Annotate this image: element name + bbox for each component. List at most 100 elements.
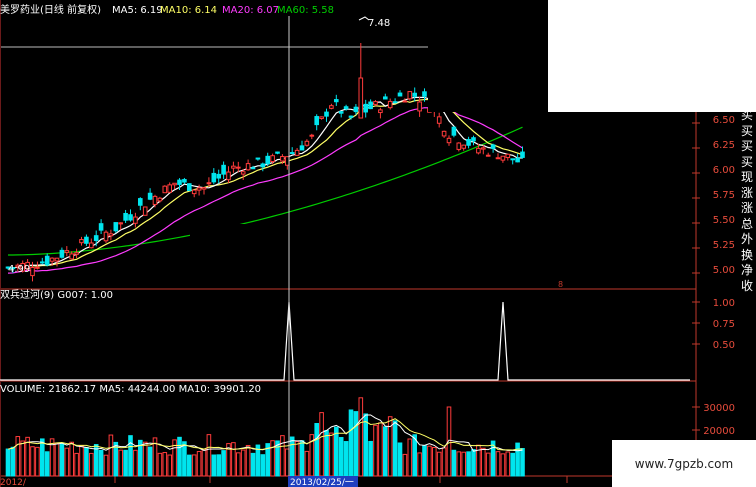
low-price-label: 4.99 — [8, 264, 30, 275]
volume-bar — [432, 446, 437, 477]
candle-body — [64, 250, 70, 253]
volume-ma10-path — [7, 418, 523, 451]
volume-bar — [319, 412, 324, 477]
sidebar-labels: 买 买 买 买 现 涨 涨 总 外 换 净 收 — [738, 108, 756, 294]
candle-body — [133, 216, 138, 224]
candle-body — [44, 255, 50, 266]
volume-bar — [59, 442, 65, 477]
candle-body — [187, 183, 192, 192]
candle-body — [412, 92, 417, 97]
candle-body — [329, 105, 334, 109]
candle-body — [177, 179, 182, 185]
volume-bar — [515, 442, 520, 477]
volume-bar — [338, 437, 344, 477]
price-tick: 6.00 — [713, 165, 735, 176]
candle-body — [103, 231, 109, 242]
volume-bar — [392, 420, 398, 477]
volume-bar — [245, 444, 251, 477]
volume-bar — [324, 429, 329, 477]
volume-bar — [201, 448, 207, 477]
volume-bar — [15, 436, 21, 477]
volume-bar — [485, 452, 491, 477]
candle-body — [49, 257, 55, 262]
watermark: www.7gpzb.com — [612, 440, 756, 487]
candle-body — [378, 109, 383, 114]
volume-bar — [108, 434, 114, 477]
volume-bar — [383, 426, 388, 477]
volume-bar — [20, 440, 25, 477]
volume-bar — [427, 445, 432, 477]
candle-body — [211, 172, 217, 183]
candle-body — [500, 155, 506, 161]
candle-body — [118, 222, 124, 225]
candle-body — [260, 163, 266, 168]
axis-marker: 8 — [558, 280, 563, 289]
volume-bar — [466, 451, 471, 477]
candle-body — [98, 223, 104, 231]
volume-bar — [167, 454, 172, 477]
price-tick: 5.25 — [713, 240, 735, 251]
candle-body — [471, 137, 476, 142]
candle-body — [520, 151, 525, 158]
candle-body — [157, 197, 163, 202]
sidebar-label: 收 — [740, 278, 753, 293]
candle-body — [466, 139, 471, 146]
candle-body — [108, 233, 114, 237]
volume-bar — [334, 426, 339, 477]
volume-bar — [162, 452, 168, 477]
candle-body — [309, 134, 315, 137]
volume-bar — [196, 451, 202, 477]
candle-body — [59, 249, 65, 258]
volume-bar — [128, 435, 133, 477]
volume-bar — [270, 440, 275, 477]
candle-body — [221, 164, 226, 175]
candle-body — [407, 91, 413, 100]
candle-body — [69, 253, 75, 260]
price-tick: 6.50 — [713, 115, 735, 126]
candle-body — [216, 173, 221, 179]
volume-bar — [231, 442, 236, 477]
sidebar-label: 外 — [740, 232, 753, 246]
candle-body — [461, 144, 466, 149]
candle-body — [334, 99, 339, 103]
indicator-header: 双兵过河(9) G007: 1.00 — [0, 288, 113, 301]
volume-bar — [304, 450, 310, 477]
candle-body — [54, 257, 60, 262]
volume-bar — [358, 397, 364, 477]
candle-body — [35, 266, 40, 269]
stock-name: 美罗药业(日线 前复权) — [0, 3, 101, 16]
volume-bar — [348, 409, 354, 477]
volume-bar — [495, 451, 501, 477]
sidebar-label: 总 — [740, 216, 753, 231]
candle-body — [113, 222, 119, 232]
volume-bar — [216, 454, 221, 477]
candle-body — [142, 206, 148, 216]
volume-bar — [461, 451, 466, 477]
candle-body — [138, 198, 143, 206]
candle-body — [79, 239, 84, 244]
volume-bars — [5, 397, 525, 477]
candle-body — [368, 101, 373, 110]
volume-bar — [289, 436, 295, 477]
candle-body — [314, 116, 319, 126]
candle-body — [441, 130, 447, 137]
volume-bar — [368, 440, 373, 477]
volume-bar — [221, 450, 226, 477]
volume-bar — [407, 438, 413, 477]
volume-bar — [5, 448, 11, 477]
volume-bar — [412, 434, 417, 477]
volume-bar — [378, 422, 383, 477]
candle-body — [191, 189, 197, 195]
candle-body — [485, 154, 491, 157]
candle-body — [363, 103, 368, 113]
volume-bar — [353, 411, 359, 477]
candle-body — [510, 158, 515, 161]
candle-body — [196, 187, 202, 191]
volume-bar — [510, 452, 515, 477]
candle-body — [490, 144, 496, 149]
candle-body — [84, 236, 89, 244]
candle-body — [358, 77, 364, 119]
candle-body — [250, 167, 256, 170]
candle-body — [397, 92, 403, 97]
peak-price-label: 7.48 — [368, 18, 390, 29]
